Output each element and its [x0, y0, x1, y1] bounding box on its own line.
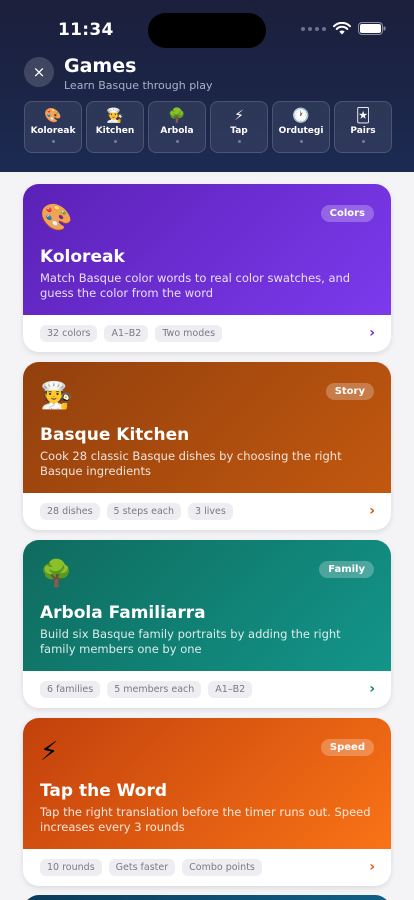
card-footer: 28 dishes 5 steps each 3 lives ›	[23, 493, 391, 530]
tab-pairs[interactable]: 🃏 Pairs	[334, 101, 392, 153]
tab-label: Tap	[230, 126, 248, 136]
status-time: 11:34	[58, 20, 114, 40]
tab-indicator	[299, 140, 303, 143]
game-cards: 🎨 Colors Koloreak Match Basque color wor…	[23, 184, 391, 896]
game-card-next[interactable]	[23, 895, 391, 900]
palette-icon: 🎨	[44, 108, 62, 124]
game-card-koloreak[interactable]: 🎨 Colors Koloreak Match Basque color wor…	[23, 184, 391, 352]
chevron-right-icon: ›	[369, 325, 375, 341]
card-title: Arbola Familiarra	[40, 603, 206, 623]
info-chip: Combo points	[182, 859, 262, 876]
card-footer: 6 families 5 members each A1–B2 ›	[23, 671, 391, 708]
info-chip: 28 dishes	[40, 503, 100, 520]
cellular-signal-icon	[301, 26, 326, 31]
card-description: Build six Basque family portraits by add…	[40, 627, 341, 656]
info-chip: 10 rounds	[40, 859, 102, 876]
clock-icon: 🕐	[292, 108, 310, 124]
tab-indicator	[51, 140, 55, 143]
tab-indicator	[113, 140, 117, 143]
info-chip: 5 steps each	[106, 503, 182, 520]
header: 11:34 × Games Learn Basque through play …	[0, 0, 414, 172]
tab-koloreak[interactable]: 🎨 Koloreak	[24, 101, 82, 153]
chevron-right-icon: ›	[369, 859, 375, 875]
game-tabs: 🎨 Koloreak 🧑‍🍳 Kitchen 🌳 Arbola ⚡ Tap 🕐 …	[24, 101, 392, 153]
info-chip: 3 lives	[188, 503, 233, 520]
game-card-tap-the-word[interactable]: ⚡ Speed Tap the Word Tap the right trans…	[23, 718, 391, 886]
tab-indicator	[175, 140, 179, 143]
info-chip: Two modes	[155, 325, 223, 342]
category-badge: Story	[325, 383, 374, 400]
card-header: 🎨 Colors Koloreak Match Basque color wor…	[23, 184, 391, 315]
chevron-right-icon: ›	[369, 503, 375, 519]
card-description: Match Basque color words to real color s…	[40, 271, 351, 300]
tab-kitchen[interactable]: 🧑‍🍳 Kitchen	[86, 101, 144, 153]
card-title: Koloreak	[40, 247, 125, 267]
page-title: Games	[64, 55, 137, 77]
category-badge: Colors	[320, 205, 374, 222]
card-footer: 10 rounds Gets faster Combo points ›	[23, 849, 391, 886]
card-description: Cook 28 classic Basque dishes by choosin…	[40, 449, 342, 478]
page-subtitle: Learn Basque through play	[64, 79, 213, 92]
tab-label: Ordutegi	[278, 126, 324, 136]
info-chip: A1–B2	[104, 325, 149, 342]
chef-icon: 🧑‍🍳	[106, 108, 124, 124]
category-badge: Speed	[320, 739, 374, 756]
card-header: 🧑‍🍳 Story Basque Kitchen Cook 28 classic…	[23, 362, 391, 493]
cards-icon: 🃏	[355, 108, 371, 124]
wifi-icon	[333, 22, 351, 35]
dynamic-island	[148, 13, 266, 48]
status-icons	[301, 22, 386, 35]
tab-indicator	[361, 140, 365, 143]
status-bar: 11:34	[0, 0, 414, 56]
info-chip: Gets faster	[108, 859, 176, 876]
chef-icon: 🧑‍🍳	[40, 381, 73, 411]
info-chip: 6 families	[40, 681, 101, 698]
tab-label: Kitchen	[95, 126, 135, 136]
close-button[interactable]: ×	[24, 57, 54, 87]
title-block: Games Learn Basque through play	[64, 55, 212, 92]
card-header: ⚡ Speed Tap the Word Tap the right trans…	[23, 718, 391, 849]
card-footer: 32 colors A1–B2 Two modes ›	[23, 315, 391, 352]
category-badge: Family	[319, 561, 374, 578]
tab-indicator	[237, 140, 241, 143]
game-card-arbola-familiarra[interactable]: 🌳 Family Arbola Familiarra Build six Bas…	[23, 540, 391, 708]
card-title: Tap the Word	[40, 781, 168, 801]
chevron-right-icon: ›	[369, 681, 375, 697]
tab-ordutegi[interactable]: 🕐 Ordutegi	[272, 101, 330, 153]
tab-tap[interactable]: ⚡ Tap	[210, 101, 268, 153]
card-header: 🌳 Family Arbola Familiarra Build six Bas…	[23, 540, 391, 671]
card-description: Tap the right translation before the tim…	[40, 805, 371, 834]
tab-label: Arbola	[160, 126, 194, 136]
info-chip: 32 colors	[40, 325, 98, 342]
battery-icon	[358, 22, 386, 35]
card-title: Basque Kitchen	[40, 425, 190, 445]
tab-label: Koloreak	[30, 126, 76, 136]
tab-label: Pairs	[350, 126, 376, 136]
lightning-icon: ⚡	[234, 108, 244, 124]
tab-arbola[interactable]: 🌳 Arbola	[148, 101, 206, 153]
game-card-basque-kitchen[interactable]: 🧑‍🍳 Story Basque Kitchen Cook 28 classic…	[23, 362, 391, 530]
info-chip: 5 members each	[107, 681, 202, 698]
info-chip: A1–B2	[208, 681, 253, 698]
tree-icon: 🌳	[168, 108, 186, 124]
